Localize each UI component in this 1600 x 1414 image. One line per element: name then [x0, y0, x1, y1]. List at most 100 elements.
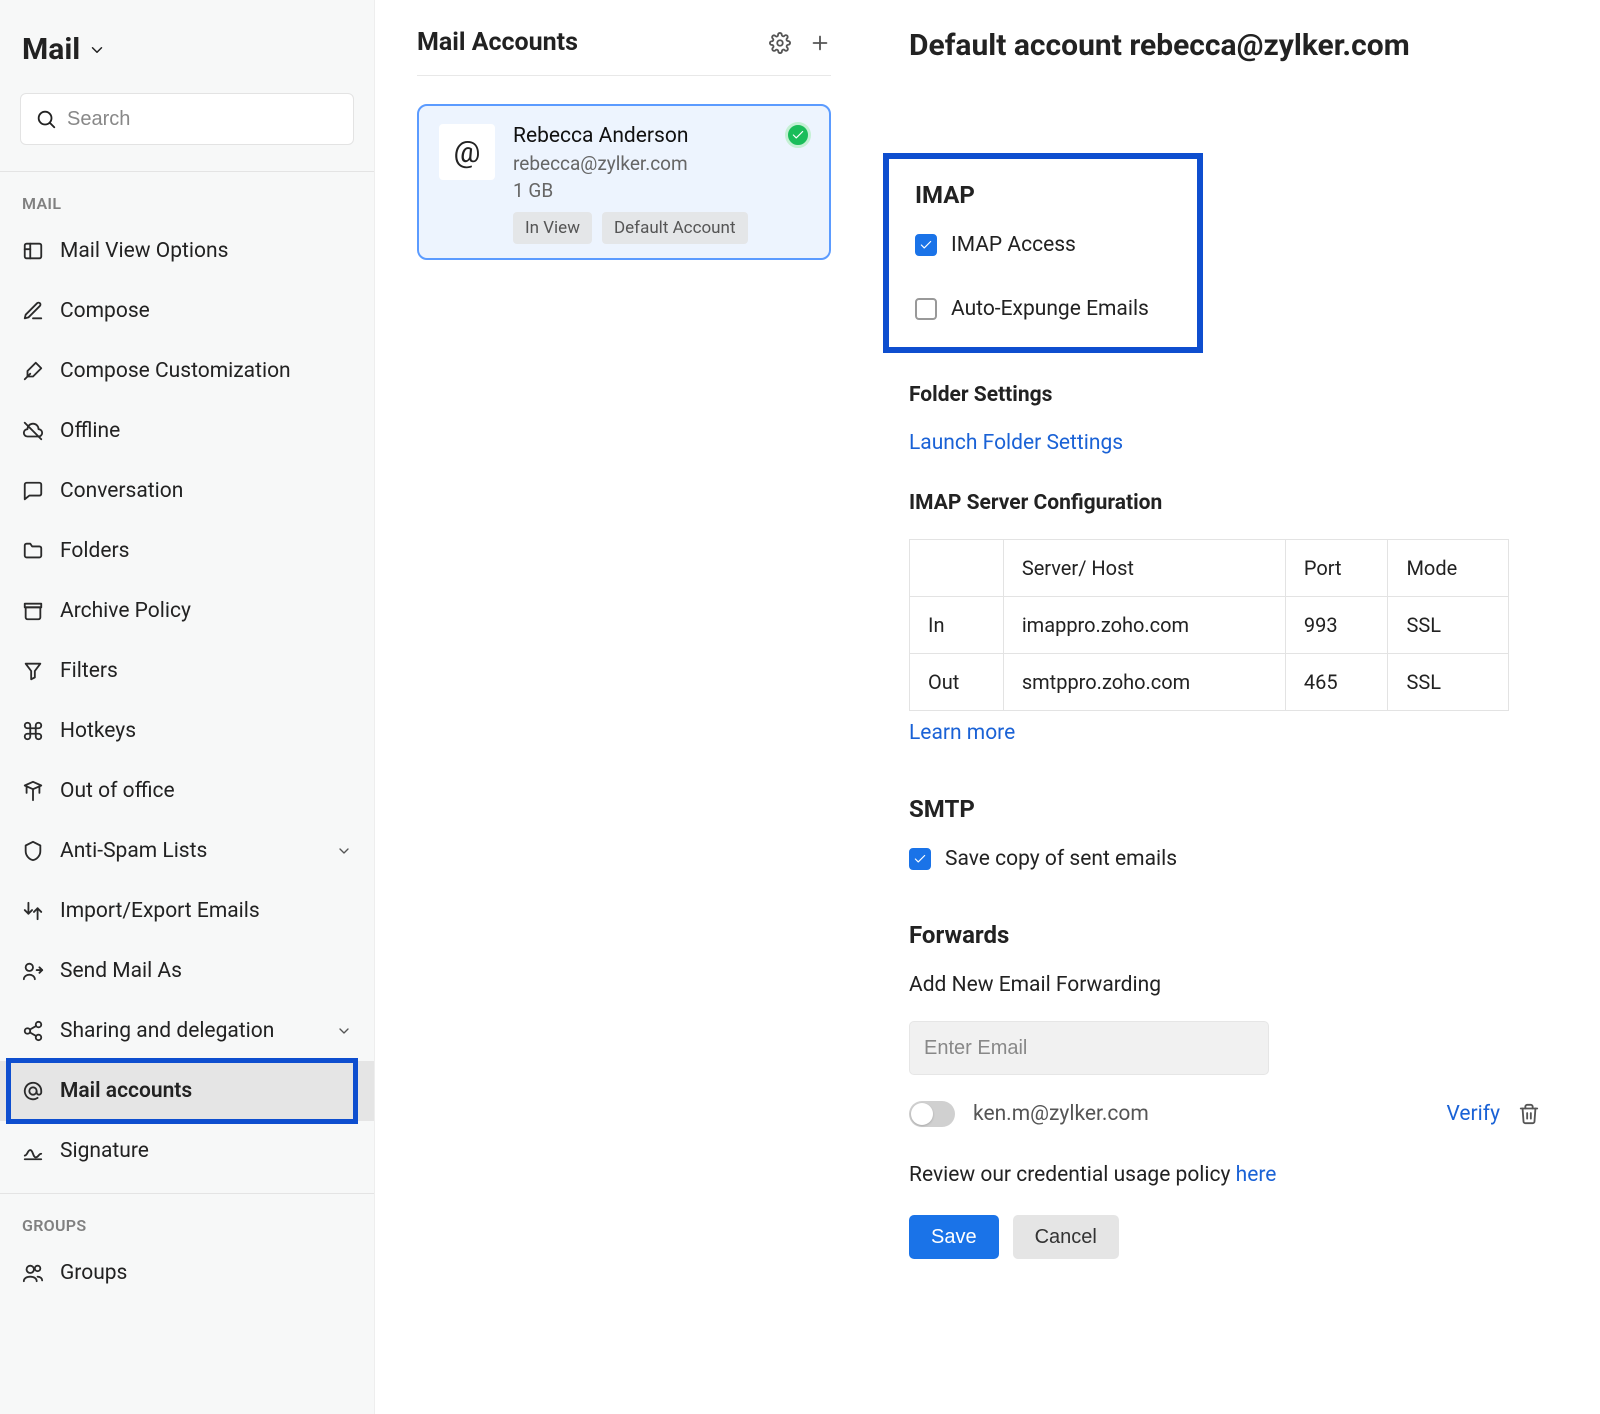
section-label-groups: GROUPS	[0, 1194, 374, 1243]
page-title: Default account rebecca@zylker.com	[909, 28, 1540, 63]
learn-more-link[interactable]: Learn more	[909, 721, 1540, 745]
section-label-mail: MAIL	[0, 172, 374, 221]
share-icon	[22, 1020, 44, 1042]
search-input[interactable]	[67, 108, 339, 131]
sidebar-item-label: Import/Export Emails	[60, 899, 260, 923]
settings-panel: Default account rebecca@zylker.com IMAP …	[873, 0, 1600, 1414]
sidebar-item-out-of-office[interactable]: Out of office	[0, 761, 374, 821]
sidebar-item-conversation[interactable]: Conversation	[0, 461, 374, 521]
account-name: Rebecca Anderson	[513, 124, 809, 148]
account-storage: 1 GB	[513, 179, 809, 202]
col-port: Port	[1285, 540, 1388, 597]
table-row: In imappro.zoho.com 993 SSL	[910, 597, 1509, 654]
trash-icon[interactable]	[1518, 1103, 1540, 1125]
forwards-heading: Forwards	[909, 921, 1540, 949]
sidebar-item-anti-spam[interactable]: Anti-Spam Lists	[0, 821, 374, 881]
col-host: Server/ Host	[1003, 540, 1285, 597]
sidebar-item-send-mail-as[interactable]: Send Mail As	[0, 941, 374, 1001]
sidebar-item-label: Folders	[60, 539, 129, 563]
sidebar-item-label: Compose	[60, 299, 150, 323]
sidebar-item-offline[interactable]: Offline	[0, 401, 374, 461]
import-export-icon	[22, 900, 44, 922]
policy-link[interactable]: here	[1236, 1163, 1277, 1187]
sidebar-item-label: Filters	[60, 659, 118, 683]
add-forward-label: Add New Email Forwarding	[909, 973, 1540, 997]
policy-text: Review our credential usage policy here	[909, 1163, 1540, 1187]
customize-icon	[22, 360, 44, 382]
sidebar-item-label: Out of office	[60, 779, 175, 803]
sidebar-item-import-export[interactable]: Import/Export Emails	[0, 881, 374, 941]
at-icon	[22, 1080, 44, 1102]
sidebar-item-mail-view-options[interactable]: Mail View Options	[0, 221, 374, 281]
conversation-icon	[22, 480, 44, 502]
filters-icon	[22, 660, 44, 682]
sidebar-item-label: Conversation	[60, 479, 183, 503]
compose-icon	[22, 300, 44, 322]
smtp-heading: SMTP	[909, 795, 1540, 823]
save-copy-checkbox[interactable]	[909, 848, 931, 870]
offline-icon	[22, 420, 44, 442]
sidebar-item-label: Archive Policy	[60, 599, 191, 623]
table-header-row: Server/ Host Port Mode	[910, 540, 1509, 597]
forward-email-value: ken.m@zylker.com	[973, 1102, 1428, 1126]
sidebar-item-folders[interactable]: Folders	[0, 521, 374, 581]
sidebar-item-label: Send Mail As	[60, 959, 182, 983]
sidebar-item-compose-customization[interactable]: Compose Customization	[0, 341, 374, 401]
account-avatar: @	[439, 124, 495, 180]
search-box[interactable]	[20, 93, 354, 145]
hotkeys-icon	[22, 720, 44, 742]
account-email: rebecca@zylker.com	[513, 152, 809, 175]
cancel-button[interactable]: Cancel	[1013, 1215, 1119, 1259]
accounts-panel: Mail Accounts @ Rebecca Anderson rebecca…	[375, 0, 873, 1414]
sidebar-item-label: Compose Customization	[60, 359, 291, 383]
server-config-table: Server/ Host Port Mode In imappro.zoho.c…	[909, 539, 1509, 711]
sidebar-item-mail-accounts[interactable]: Mail accounts	[0, 1061, 374, 1121]
badge-in-view: In View	[513, 212, 592, 244]
imap-access-checkbox[interactable]	[915, 234, 937, 256]
sidebar-item-filters[interactable]: Filters	[0, 641, 374, 701]
archive-icon	[22, 600, 44, 622]
gear-icon[interactable]	[769, 32, 791, 54]
table-row: Out smtppro.zoho.com 465 SSL	[910, 654, 1509, 711]
sidebar-item-groups[interactable]: Groups	[0, 1243, 374, 1303]
imap-highlight-box: IMAP IMAP Access Auto-Expunge Emails	[883, 153, 1203, 353]
search-icon	[35, 108, 57, 130]
sidebar-item-label: Anti-Spam Lists	[60, 839, 207, 863]
sidebar-item-sharing-delegation[interactable]: Sharing and delegation	[0, 1001, 374, 1061]
auto-expunge-label: Auto-Expunge Emails	[951, 297, 1149, 321]
imap-heading: IMAP	[915, 181, 1171, 209]
sidebar: Mail MAIL Mail View Options Compose Comp…	[0, 0, 375, 1414]
sidebar-item-label: Mail accounts	[60, 1079, 192, 1103]
imap-access-label: IMAP Access	[951, 233, 1076, 257]
view-options-icon	[22, 240, 44, 262]
sidebar-item-label: Signature	[60, 1139, 149, 1163]
sidebar-item-label: Mail View Options	[60, 239, 228, 263]
plus-icon[interactable]	[809, 32, 831, 54]
send-as-icon	[22, 960, 44, 982]
forward-toggle[interactable]	[909, 1101, 955, 1127]
shield-icon	[22, 840, 44, 862]
save-button[interactable]: Save	[909, 1215, 999, 1259]
sidebar-header[interactable]: Mail	[0, 18, 374, 93]
sidebar-item-label: Groups	[60, 1261, 127, 1285]
account-card[interactable]: @ Rebecca Anderson rebecca@zylker.com 1 …	[417, 104, 831, 260]
at-icon: @	[454, 135, 481, 170]
signature-icon	[22, 1140, 44, 1162]
sidebar-item-label: Hotkeys	[60, 719, 136, 743]
col-mode: Mode	[1388, 540, 1509, 597]
chevron-down-icon	[336, 843, 352, 859]
sidebar-item-label: Sharing and delegation	[60, 1019, 274, 1043]
chevron-down-icon	[88, 41, 106, 59]
sidebar-title: Mail	[22, 32, 80, 67]
sidebar-item-archive-policy[interactable]: Archive Policy	[0, 581, 374, 641]
groups-icon	[22, 1262, 44, 1284]
verify-link[interactable]: Verify	[1446, 1102, 1500, 1126]
sidebar-item-compose[interactable]: Compose	[0, 281, 374, 341]
auto-expunge-checkbox[interactable]	[915, 298, 937, 320]
forward-email-input[interactable]	[909, 1021, 1269, 1075]
accounts-title: Mail Accounts	[417, 28, 751, 57]
out-of-office-icon	[22, 780, 44, 802]
launch-folder-settings-link[interactable]: Launch Folder Settings	[909, 431, 1540, 455]
sidebar-item-signature[interactable]: Signature	[0, 1121, 374, 1181]
sidebar-item-hotkeys[interactable]: Hotkeys	[0, 701, 374, 761]
